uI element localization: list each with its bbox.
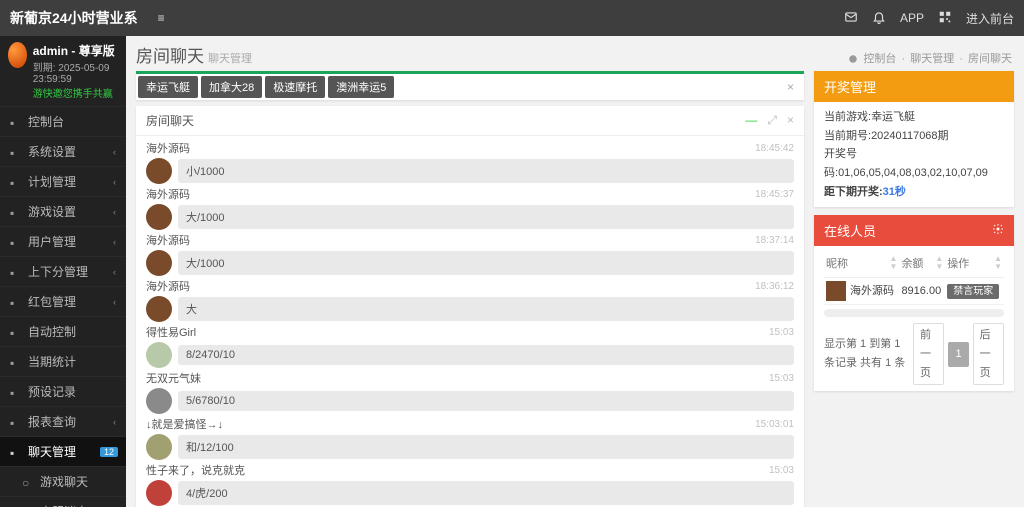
page-title: 房间聊天 — [136, 42, 204, 67]
chat-panel-title: 房间聊天 — [146, 112, 194, 129]
sidebar-item-4[interactable]: ▪用户管理‹ — [0, 226, 126, 256]
link-icon: ▪ — [10, 206, 22, 218]
minimize-icon[interactable]: — — [745, 113, 757, 128]
lottery-panel-header: 开奖管理 — [814, 71, 1014, 102]
chat-bubble: 5/6780/10 — [178, 391, 794, 411]
app-link[interactable]: APP — [900, 11, 924, 25]
chat-bubble: 大/1000 — [178, 251, 794, 275]
prev-page-button[interactable]: 前一页 — [913, 323, 944, 385]
panel-close-icon[interactable]: × — [787, 113, 794, 128]
sidebar-item-11[interactable]: ▪聊天管理12 — [0, 436, 126, 466]
avatar — [826, 281, 846, 301]
user-name: admin - 尊享版 — [33, 42, 118, 59]
col-balance[interactable]: 余额▲▼ — [899, 252, 945, 277]
chat-bubble: 4/虎/200 — [178, 481, 794, 505]
sidebar-item-1[interactable]: ▪系统设置‹ — [0, 136, 126, 166]
sidebar-item-13[interactable]: ▪客服消息3 — [0, 496, 126, 507]
gift-icon: ▪ — [10, 296, 22, 308]
next-page-button[interactable]: 后一页 — [973, 323, 1004, 385]
chat-bubble: 大/1000 — [178, 205, 794, 229]
tab-jnd28[interactable]: 加拿大28 — [201, 76, 262, 98]
avatar — [146, 158, 172, 184]
users-icon: ▪ — [10, 236, 22, 248]
breadcrumb: 控制台 · 聊天管理 · 房间聊天 — [848, 50, 1014, 66]
pager-info: 显示第 1 到第 1 条记录 共有 1 条 — [824, 335, 909, 372]
table-row: 海外源码 8916.00 禁言玩家 — [824, 278, 1004, 305]
dash-icon: ▪ — [10, 116, 22, 128]
avatar — [146, 204, 172, 230]
table-scrollbar[interactable] — [824, 309, 1004, 317]
sidebar: admin - 尊享版 到期: 2025-05-09 23:59:59 游快邀您… — [0, 36, 126, 507]
enter-front-link[interactable]: 进入前台 — [966, 10, 1014, 27]
sidebar-item-10[interactable]: ▪报表查询‹ — [0, 406, 126, 436]
sidebar-item-8[interactable]: ▪当期统计 — [0, 346, 126, 376]
avatar — [146, 296, 172, 322]
sidebar-item-5[interactable]: ▪上下分管理‹ — [0, 256, 126, 286]
avatar — [146, 388, 172, 414]
user-marquee: 游快邀您携手共赢 — [33, 85, 118, 100]
mute-player-button[interactable]: 禁言玩家 — [947, 284, 999, 299]
chat-icon: ▪ — [10, 446, 22, 458]
mail-icon[interactable] — [844, 10, 858, 27]
game-tabs: 幸运飞艇 加拿大28 极速摩托 澳洲幸运5 × — [136, 71, 804, 100]
chat-bubble: 小/1000 — [178, 159, 794, 183]
chat-bubble: 大 — [178, 297, 794, 321]
sidebar-item-9[interactable]: ▪预设记录 — [0, 376, 126, 406]
sidebar-item-12[interactable]: ○游戏聊天 — [0, 466, 126, 496]
auto-icon: ▪ — [10, 326, 22, 338]
user-avatar — [8, 42, 27, 68]
bell-icon[interactable] — [872, 10, 886, 27]
avatar — [146, 250, 172, 276]
online-panel-header: 在线人员 — [814, 215, 1014, 246]
tab-azxy5[interactable]: 澳洲幸运5 — [328, 76, 394, 98]
report-icon: ▪ — [10, 416, 22, 428]
expand-icon[interactable]: ⤢ — [767, 113, 777, 128]
tab-xyft[interactable]: 幸运飞艇 — [138, 76, 198, 98]
chat-bubble: 8/2470/10 — [178, 345, 794, 365]
col-action[interactable]: 操作▲▼ — [945, 252, 1004, 277]
preset-icon: ▪ — [10, 386, 22, 398]
gear-icon: ▪ — [10, 146, 22, 158]
countdown: 31秒 — [883, 186, 906, 198]
stat-icon: ▪ — [10, 356, 22, 368]
sidebar-item-6[interactable]: ▪红包管理‹ — [0, 286, 126, 316]
avatar — [146, 480, 172, 506]
sidebar-item-3[interactable]: ▪游戏设置‹ — [0, 196, 126, 226]
updown-icon: ▪ — [10, 266, 22, 278]
col-nickname[interactable]: 昵称▲▼ — [824, 252, 899, 277]
page-subtitle: 聊天管理 — [208, 50, 252, 66]
tab-jsmt[interactable]: 极速摩托 — [265, 76, 325, 98]
page-1-button[interactable]: 1 — [948, 342, 968, 367]
menu-toggle-icon[interactable]: ≡ — [158, 11, 165, 25]
avatar — [146, 434, 172, 460]
user-expire: 到期: 2025-05-09 23:59:59 — [33, 59, 118, 85]
brand-title: 新葡京24小时营业系 — [10, 8, 138, 28]
circle-icon: ○ — [22, 476, 34, 488]
chat-bubble: 和/12/100 — [178, 435, 794, 459]
list-icon: ▪ — [10, 176, 22, 188]
gear-icon[interactable] — [992, 223, 1004, 238]
qr-icon[interactable] — [938, 10, 952, 27]
avatar — [146, 342, 172, 368]
sidebar-item-7[interactable]: ▪自动控制 — [0, 316, 126, 346]
close-icon[interactable]: × — [779, 80, 802, 94]
sidebar-item-2[interactable]: ▪计划管理‹ — [0, 166, 126, 196]
sidebar-item-0[interactable]: ▪控制台 — [0, 106, 126, 136]
